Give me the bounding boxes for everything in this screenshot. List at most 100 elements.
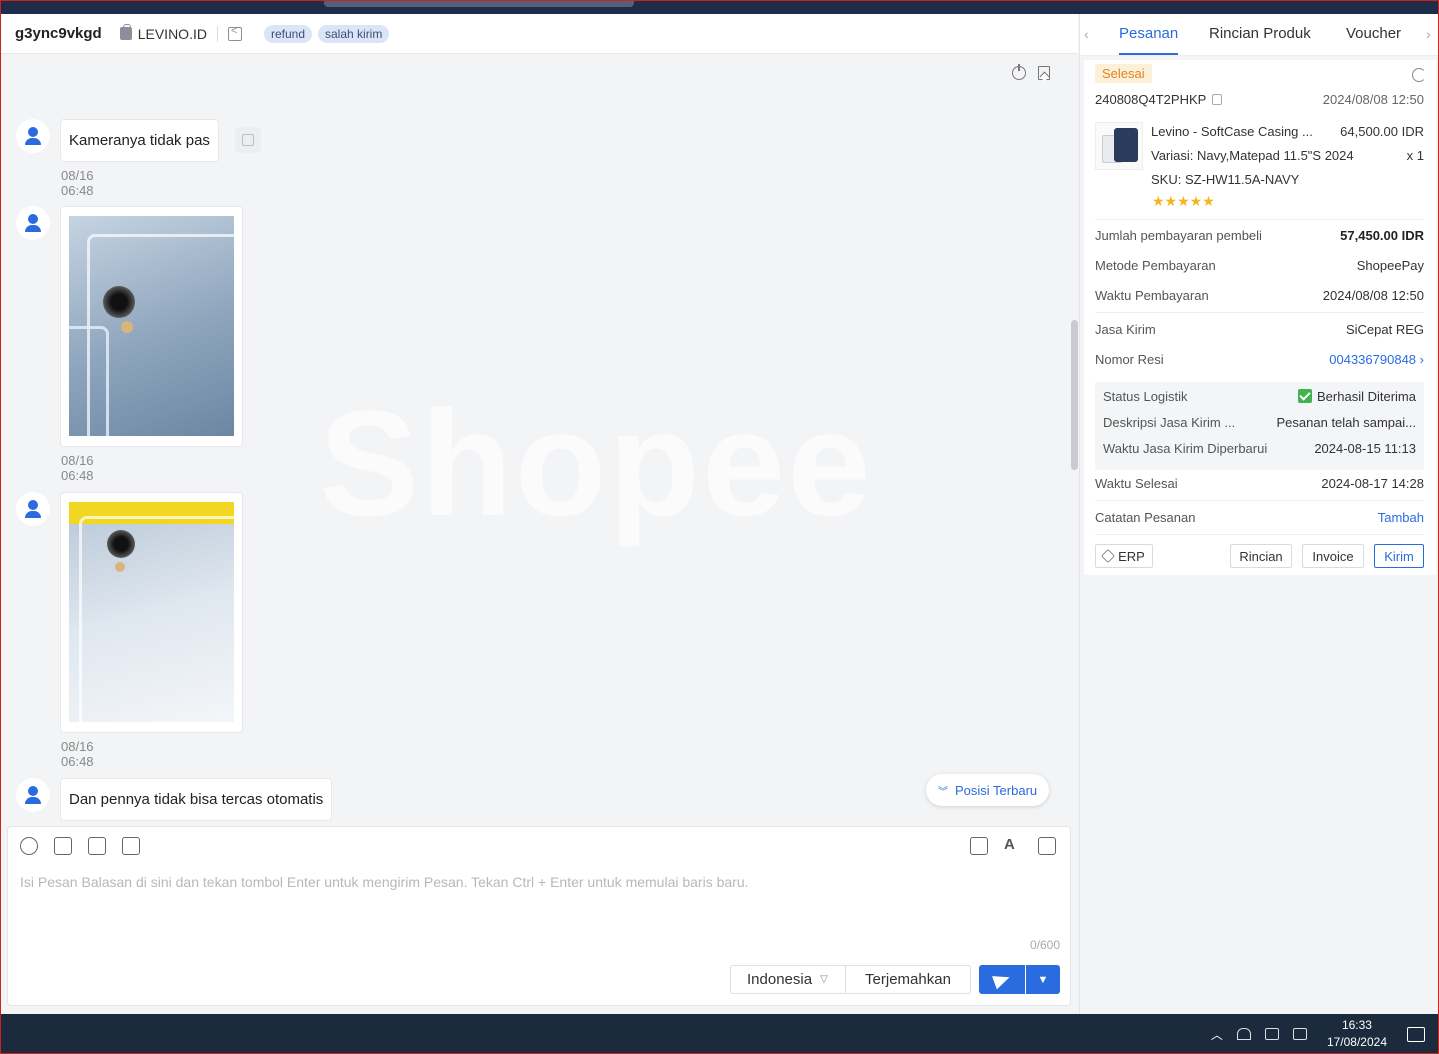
template-list-icon[interactable]	[1038, 837, 1056, 855]
payment-time-label: Waktu Pembayaran	[1095, 288, 1209, 303]
add-note-link[interactable]: Tambah	[1378, 510, 1424, 525]
divider	[1095, 312, 1424, 313]
quick-reply-icon[interactable]	[122, 837, 140, 855]
refresh-icon[interactable]	[1412, 68, 1426, 82]
courier-update-value: 2024-08-15 11:13	[1314, 441, 1416, 456]
tab-voucher[interactable]: Voucher	[1346, 25, 1401, 42]
tag-refund[interactable]: refund	[263, 24, 312, 43]
message-image[interactable]	[60, 492, 243, 733]
panel-tabs: ‹ Pesanan Rincian Produk Voucher ›	[1080, 14, 1439, 56]
latest-position-button[interactable]: ︾ Posisi Terbaru	[926, 774, 1050, 806]
browser-tab-strip[interactable]	[324, 0, 634, 7]
end-chat-icon[interactable]	[1012, 64, 1026, 80]
share-icon[interactable]	[227, 25, 242, 41]
ai-assistant-icon[interactable]: A	[1004, 837, 1022, 855]
copy-icon[interactable]	[235, 127, 261, 153]
order-id-value: 240808Q4T2PHKP	[1095, 92, 1207, 107]
clock-time: 16:33	[1341, 1018, 1372, 1032]
tray-expand-icon[interactable]: ︿	[1211, 1026, 1223, 1043]
divider	[1095, 500, 1424, 501]
latest-position-label: Posisi Terbaru	[955, 782, 1038, 798]
order-status-badge: Selesai	[1095, 64, 1152, 83]
message-time: 08/16 06:48	[61, 453, 94, 483]
divider	[1095, 534, 1424, 535]
os-taskbar: ︿ 16:33 17/08/2024	[0, 1014, 1439, 1054]
tab-pesanan[interactable]: Pesanan	[1119, 25, 1179, 55]
input-method-icon[interactable]	[1292, 1028, 1307, 1040]
volume-icon[interactable]	[1264, 1028, 1279, 1040]
product-sku: SKU: SZ-HW11.5A-NAVY	[1151, 172, 1300, 187]
logistic-status-value: Berhasil Diterima	[1298, 389, 1416, 404]
shopee-watermark: Shopee	[319, 379, 873, 547]
check-icon	[1298, 389, 1313, 403]
product-price: 64,500.00 IDR	[1340, 124, 1424, 139]
composer-right-tools: A	[970, 837, 1056, 855]
invoice-button[interactable]: Invoice	[1302, 544, 1364, 568]
notification-icon[interactable]	[1407, 1026, 1425, 1042]
send-options-button[interactable]: ▼	[1026, 965, 1060, 994]
feedback-icon[interactable]	[970, 837, 988, 855]
logistic-status-label: Status Logistik	[1103, 389, 1188, 404]
logistic-info-box: Status Logistik Berhasil Diterima Deskri…	[1095, 382, 1424, 470]
tag-salah-kirim[interactable]: salah kirim	[318, 24, 390, 43]
buyer-username[interactable]: g3ync9vkgd	[15, 25, 102, 42]
clock-date: 17/08/2024	[1326, 1035, 1387, 1049]
bookmark-icon[interactable]	[1038, 66, 1050, 80]
message-input[interactable]: Isi Pesan Balasan di sini dan tekan tomb…	[20, 874, 749, 890]
char-counter: 0/600	[1029, 938, 1060, 952]
erp-button[interactable]: ERP	[1095, 544, 1153, 568]
image-upload-icon[interactable]	[54, 837, 72, 855]
translate-button[interactable]: Terjemahkan	[846, 965, 971, 994]
courier-value: SiCepat REG	[1345, 322, 1424, 337]
payment-method-label: Metode Pembayaran	[1095, 258, 1216, 273]
divider	[1095, 219, 1424, 220]
emoji-icon[interactable]	[20, 837, 38, 855]
buyer-avatar-icon	[16, 492, 50, 526]
order-card: Selesai 240808Q4T2PHKP 2024/08/08 12:50 …	[1084, 60, 1436, 575]
copy-icon[interactable]	[1212, 94, 1223, 105]
photo-tablet-case-1	[69, 216, 234, 436]
detail-button[interactable]: Rincian	[1230, 544, 1292, 568]
payment-time-value: 2024/08/08 12:50	[1322, 288, 1424, 303]
logistic-status-text: Berhasil Diterima	[1317, 389, 1416, 404]
message-bubble[interactable]: Kameranya tidak pas	[60, 119, 219, 162]
payment-method-value: ShopeePay	[1356, 258, 1424, 273]
chevron-right-icon: ›	[1419, 352, 1424, 367]
header-divider	[216, 25, 218, 42]
system-tray: ︿ 16:33 17/08/2024	[1211, 1014, 1425, 1054]
message-composer: A Isi Pesan Balasan di sini dan tekan to…	[7, 826, 1071, 1006]
chevron-down-icon: ▽	[820, 974, 828, 985]
photo-tablet-case-2	[69, 502, 234, 722]
chat-messages-area[interactable]: Shopee Kameranya tidak pas 08/16 06:48 0…	[1, 55, 1078, 825]
send-order-button[interactable]: Kirim	[1374, 544, 1424, 568]
product-name[interactable]: Levino - SoftCase Casing ...	[1151, 124, 1321, 139]
system-clock[interactable]: 16:33 17/08/2024	[1327, 1017, 1387, 1051]
order-date: 2024/08/08 12:50	[1322, 92, 1424, 107]
video-upload-icon[interactable]	[88, 837, 106, 855]
erp-label: ERP	[1118, 548, 1145, 564]
tabs-next-icon[interactable]: ›	[1426, 26, 1431, 42]
chat-scrollbar[interactable]	[1071, 320, 1078, 470]
message-bubble[interactable]: Dan pennya tidak bisa tercas otomatis	[60, 778, 333, 821]
resi-label: Nomor Resi	[1095, 352, 1164, 367]
message-image[interactable]	[60, 206, 243, 447]
message-time: 08/16 06:48	[61, 168, 94, 198]
resi-value: 004336790848	[1329, 352, 1417, 367]
courier-desc-label: Deskripsi Jasa Kirim ...	[1103, 415, 1236, 430]
product-thumbnail[interactable]	[1095, 122, 1143, 170]
send-button[interactable]	[979, 965, 1025, 994]
finished-label: Waktu Selesai	[1095, 476, 1178, 491]
order-id: 240808Q4T2PHKP	[1095, 92, 1223, 107]
wifi-icon[interactable]	[1236, 1028, 1251, 1040]
resi-link[interactable]: 004336790848 ›	[1329, 352, 1424, 367]
courier-update-label: Waktu Jasa Kirim Diperbarui	[1103, 441, 1268, 456]
note-label: Catatan Pesanan	[1095, 510, 1196, 525]
buyer-avatar-icon	[16, 206, 50, 240]
rating-stars-icon: ★★★★★	[1152, 193, 1215, 209]
tabs-prev-icon[interactable]: ‹	[1084, 26, 1089, 42]
courier-desc-value[interactable]: Pesanan telah sampai...	[1277, 415, 1416, 430]
buyer-avatar-icon	[16, 778, 50, 812]
language-select[interactable]: Indonesia ▽	[730, 965, 846, 994]
tab-rincian-produk[interactable]: Rincian Produk	[1209, 25, 1311, 42]
buyer-avatar-icon	[16, 119, 50, 153]
